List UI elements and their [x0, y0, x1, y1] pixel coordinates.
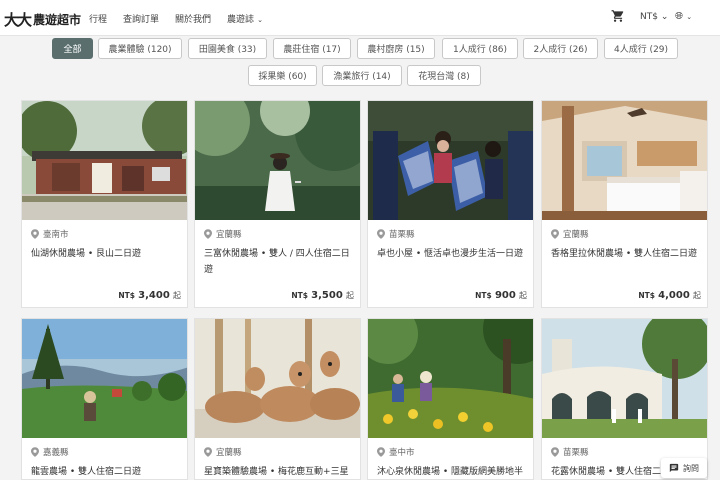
product-card[interactable]: 苗栗縣 花露休閒農場 • 雙人住宿二日遊 — [541, 318, 708, 480]
price-amount: 3,500 — [311, 290, 343, 301]
product-photo — [195, 101, 360, 220]
map-pin-icon — [31, 447, 39, 457]
price-suffix: 起 — [693, 291, 701, 300]
map-pin-icon — [31, 229, 39, 239]
nav-magazine-menu[interactable]: 農遊誌 ⌄ — [227, 12, 263, 25]
card-location-text: 宜蘭縣 — [563, 230, 589, 240]
nav-order-lookup[interactable]: 查詢訂單 — [123, 12, 159, 25]
nav-about-us[interactable]: 關於我們 — [175, 12, 211, 25]
nav-itinerary[interactable]: 行程 — [89, 12, 107, 25]
card-title[interactable]: 沐心泉休閒農場 • 隱藏版網美勝地半 — [377, 464, 527, 479]
logo-mark: 大大 — [4, 10, 32, 29]
chip-1-person[interactable]: 1人成行 (86) — [442, 38, 518, 59]
inquiry-chat-button[interactable]: 詢問 — [661, 458, 707, 478]
card-price: NT$ 3,400 起 — [118, 290, 181, 301]
product-photo — [195, 319, 360, 438]
price-suffix: 起 — [173, 291, 181, 300]
product-photo — [542, 101, 707, 220]
currency-selector[interactable]: NT$ ⌄ — [640, 12, 668, 22]
price-currency: NT$ — [118, 291, 135, 300]
chip-all[interactable]: 全部 — [52, 38, 93, 59]
product-photo — [22, 319, 187, 438]
chat-icon — [669, 463, 679, 473]
card-location-text: 宜蘭縣 — [216, 230, 242, 240]
map-pin-icon — [204, 447, 212, 457]
card-location-text: 嘉義縣 — [43, 448, 69, 458]
chip-farm-experience[interactable]: 農業體驗 (120) — [98, 38, 182, 59]
product-card[interactable]: 宜蘭縣 三富休閒農場 • 雙人 / 四人住宿二日遊 NT$ 3,500 起 — [194, 100, 361, 308]
top-header: 大大 農遊超市 Farmer Market 行程 查詢訂單 關於我們 農遊誌 ⌄ … — [0, 0, 720, 36]
main-nav: 行程 查詢訂單 關於我們 農遊誌 ⌄ — [89, 12, 263, 25]
nav-magazine-label: 農遊誌 — [227, 15, 255, 25]
card-title[interactable]: 三富休閒農場 • 雙人 / 四人住宿二日遊 — [204, 246, 354, 278]
card-location-text: 苗栗縣 — [563, 448, 589, 458]
chevron-down-icon: ⌄ — [257, 16, 263, 24]
map-pin-icon — [204, 229, 212, 239]
card-location: 宜蘭縣 — [204, 228, 242, 240]
product-photo — [542, 319, 707, 438]
currency-label: NT$ — [640, 12, 658, 22]
price-suffix: 起 — [346, 291, 354, 300]
chip-2-persons[interactable]: 2人成行 (26) — [523, 38, 598, 59]
card-location-text: 臺中市 — [389, 448, 415, 458]
chip-fishery-travel[interactable]: 漁業旅行 (14) — [322, 65, 402, 86]
chevron-down-icon: ⌄ — [686, 13, 693, 21]
card-location-text: 臺南市 — [43, 230, 69, 240]
card-location-text: 宜蘭縣 — [216, 448, 242, 458]
product-photo — [368, 101, 533, 220]
product-card[interactable]: 宜蘭縣 星寶築體驗農場 • 梅花鹿互動+三星 — [194, 318, 361, 480]
map-pin-icon — [377, 229, 385, 239]
map-pin-icon — [377, 447, 385, 457]
product-photo — [22, 101, 187, 220]
card-title[interactable]: 卓也小屋 • 愜活卓也漫步生活一日遊 — [377, 246, 527, 262]
card-title[interactable]: 香格里拉休閒農場 • 雙人住宿二日遊 — [551, 246, 701, 262]
chevron-down-icon: ⌄ — [660, 12, 669, 22]
chip-fruit-picking[interactable]: 採果樂 (60) — [248, 65, 317, 86]
site-logo[interactable]: 大大 農遊超市 — [4, 9, 81, 29]
price-suffix: 起 — [519, 291, 527, 300]
price-amount: 3,400 — [138, 290, 170, 301]
card-location: 苗栗縣 — [377, 228, 415, 240]
price-currency: NT$ — [638, 291, 655, 300]
card-title[interactable]: 仙湖休閒農場 • 艮山二日遊 — [31, 246, 181, 262]
chip-flowers-taiwan[interactable]: 花現台灣 (8) — [407, 65, 481, 86]
product-card[interactable]: 臺南市 仙湖休閒農場 • 艮山二日遊 NT$ 3,400 起 — [21, 100, 188, 308]
card-title[interactable]: 星寶築體驗農場 • 梅花鹿互動+三星 — [204, 464, 354, 479]
card-price: NT$ 900 起 — [475, 290, 527, 301]
price-currency: NT$ — [291, 291, 308, 300]
globe-icon: 🌐︎ — [675, 11, 683, 22]
card-location: 宜蘭縣 — [204, 446, 242, 458]
map-pin-icon — [551, 447, 559, 457]
card-location: 苗栗縣 — [551, 446, 589, 458]
product-card[interactable]: 嘉義縣 龍雲農場 • 雙人住宿二日遊 — [21, 318, 188, 480]
shopping-cart-icon[interactable] — [611, 9, 625, 23]
logo-subtitle: Farmer Market — [44, 14, 73, 19]
chip-4-persons[interactable]: 4人成行 (29) — [604, 38, 678, 59]
price-amount: 4,000 — [658, 290, 690, 301]
chip-farm-food[interactable]: 田園美食 (33) — [188, 38, 267, 59]
card-location: 嘉義縣 — [31, 446, 69, 458]
card-price: NT$ 3,500 起 — [291, 290, 354, 301]
product-card[interactable]: 苗栗縣 卓也小屋 • 愜活卓也漫步生活一日遊 NT$ 900 起 — [367, 100, 534, 308]
language-selector[interactable]: 🌐︎ ⌄ — [675, 11, 692, 22]
card-location-text: 苗栗縣 — [389, 230, 415, 240]
price-amount: 900 — [494, 290, 516, 301]
price-currency: NT$ — [475, 291, 492, 300]
chip-farm-stay[interactable]: 農莊住宿 (17) — [273, 38, 351, 59]
card-price: NT$ 4,000 起 — [638, 290, 701, 301]
card-location: 臺南市 — [31, 228, 69, 240]
product-card[interactable]: 臺中市 沐心泉休閒農場 • 隱藏版網美勝地半 — [367, 318, 534, 480]
card-location: 宜蘭縣 — [551, 228, 589, 240]
card-title[interactable]: 龍雲農場 • 雙人住宿二日遊 — [31, 464, 181, 479]
product-card[interactable]: 宜蘭縣 香格里拉休閒農場 • 雙人住宿二日遊 NT$ 4,000 起 — [541, 100, 708, 308]
map-pin-icon — [551, 229, 559, 239]
chip-village-kitchen[interactable]: 農村廚房 (15) — [357, 38, 435, 59]
product-photo — [368, 319, 533, 438]
chat-label: 詢問 — [683, 463, 699, 473]
card-location: 臺中市 — [377, 446, 415, 458]
